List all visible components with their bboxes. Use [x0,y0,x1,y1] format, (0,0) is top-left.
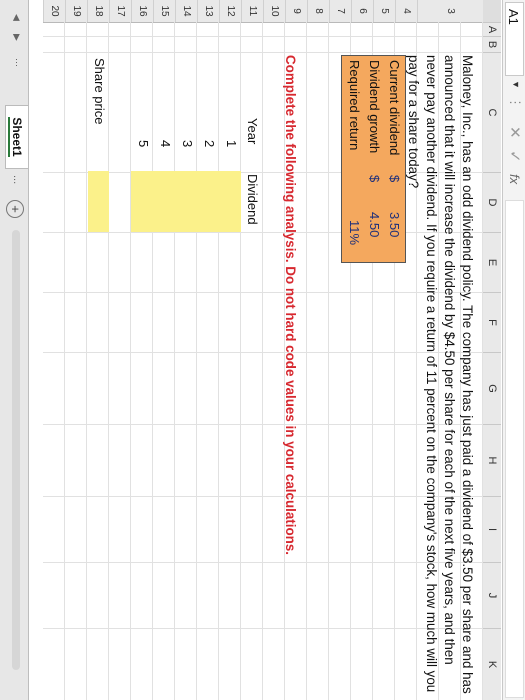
row-header[interactable]: 17 [109,0,131,22]
function-icon[interactable]: fx [507,174,522,184]
column-header-f[interactable]: F [483,292,501,352]
column-headers: A B C D E F G H I J K [482,0,501,700]
year-cell[interactable]: 5 [136,140,151,147]
sheet-tab-bar: ◀ ▶ ⋯ Sheet1 ... + [0,0,29,700]
currency-symbol: $ [387,175,402,183]
sheet-list-icon[interactable]: ⋯ [11,58,22,67]
row-header[interactable]: 12 [219,0,241,22]
row-header[interactable]: 15 [153,0,175,22]
more-sheets-icon[interactable]: ... [11,175,23,184]
row-header[interactable]: 19 [65,0,87,22]
dividend-answer-cells[interactable] [131,171,241,232]
column-header-d[interactable]: D [483,172,501,232]
row-header[interactable]: 16 [131,0,153,22]
instruction-text[interactable]: Complete the following analysis. Do not … [283,55,298,555]
year-cell[interactable]: 4 [158,140,173,147]
row-header[interactable]: 5 [373,0,395,22]
scroll-last-sheet-icon[interactable]: ▶ [11,34,22,41]
name-box[interactable]: A1 [505,2,524,76]
currency-symbol: $ [367,175,382,183]
year-header[interactable]: Year [245,118,260,144]
column-header-j[interactable]: J [483,562,501,628]
row-header[interactable]: 14 [175,0,197,22]
cancel-icon[interactable]: ✕ [506,126,524,139]
share-price-answer-cell[interactable] [88,171,109,232]
dividend-growth-label[interactable]: Dividend growth [367,60,382,153]
chevron-down-icon[interactable]: ▼ [511,80,521,89]
grid-line [43,52,483,53]
row-header[interactable]: 7 [329,0,351,22]
row-headers: 3 4 5 6 7 8 9 10 11 12 13 14 15 16 17 18… [43,0,483,23]
column-header-a[interactable]: A [483,22,501,36]
row-header[interactable]: 9 [285,0,307,22]
row-header[interactable]: 4 [395,0,417,22]
row-header[interactable]: 10 [263,0,285,22]
column-header-i[interactable]: I [483,496,501,562]
required-return-value[interactable]: 11% [347,220,362,245]
column-header-k[interactable]: K [483,628,501,700]
sheet-tab-label: Sheet1 [8,117,24,157]
row-header[interactable]: 6 [351,0,373,22]
problem-statement[interactable]: Maloney, Inc., has an odd dividend polic… [404,55,476,695]
scroll-first-sheet-icon[interactable]: ◀ [11,14,22,21]
formula-input[interactable] [505,200,524,698]
column-header-b[interactable]: B [483,36,501,52]
current-dividend-label[interactable]: Current dividend [387,60,402,155]
year-cell[interactable]: 1 [224,140,239,147]
share-price-label[interactable]: Share price [92,58,107,124]
column-header-h[interactable]: H [483,424,501,496]
more-icon: ⋮ [508,96,523,109]
sheet-tab-sheet1[interactable]: Sheet1 [5,105,28,169]
column-header-g[interactable]: G [483,352,501,424]
add-sheet-icon[interactable]: + [6,200,24,218]
spreadsheet-window: A1 ▼ ⋮ ✕ ✓ fx A B C D E F G H I J K 3 4 … [0,0,525,700]
formula-bar: A1 ▼ ⋮ ✕ ✓ fx [502,0,525,700]
column-header-e[interactable]: E [483,232,501,292]
year-cell[interactable]: 3 [180,140,195,147]
row-header[interactable]: 13 [197,0,219,22]
confirm-icon[interactable]: ✓ [506,150,524,163]
dividend-growth-value[interactable]: 4.50 [367,212,382,237]
grid-line [43,36,483,37]
select-all-corner[interactable] [483,0,501,22]
row-header[interactable]: 11 [241,0,263,22]
row-header[interactable]: 3 [417,0,483,22]
column-header-c[interactable]: C [483,52,501,172]
horizontal-scrollbar[interactable] [12,230,20,670]
year-cell[interactable]: 2 [202,140,217,147]
row-header[interactable]: 20 [43,0,65,22]
row-header[interactable]: 8 [307,0,329,22]
row-header[interactable]: 18 [87,0,109,22]
required-return-label[interactable]: Required return [347,60,362,150]
current-dividend-value[interactable]: 3.50 [387,212,402,237]
dividend-header[interactable]: Dividend [245,174,260,225]
